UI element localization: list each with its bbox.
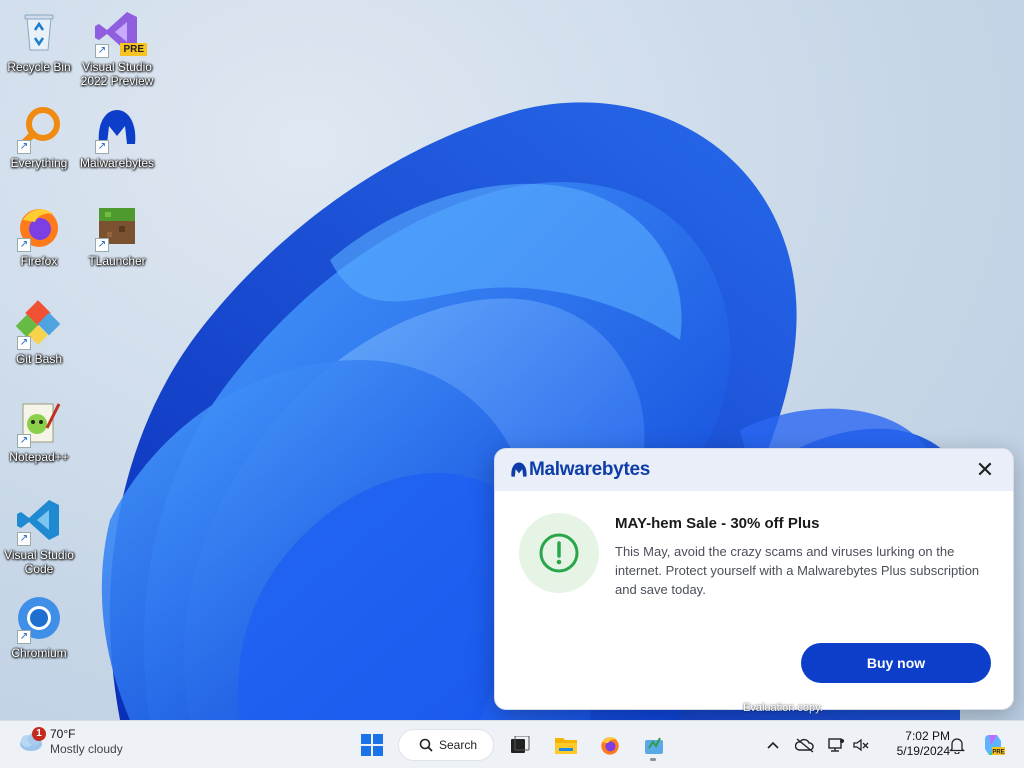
weather-notification-badge: 1 [32, 727, 46, 741]
shortcut-arrow-icon: ↗ [17, 434, 31, 448]
shortcut-arrow-icon: ↗ [95, 140, 109, 154]
desktop-icon-everything[interactable]: ↗ Everything [0, 104, 78, 170]
bell-icon [949, 738, 965, 754]
task-view-button[interactable] [506, 729, 534, 761]
weather-temperature: 70°F [50, 727, 76, 741]
windows-logo-icon [361, 734, 383, 756]
desktop-icon-chromium[interactable]: ↗ Chromium [0, 594, 78, 660]
desktop-icon-firefox[interactable]: ↗ Firefox [0, 202, 78, 268]
notification-header: Malwarebytes ✕ [495, 449, 1013, 491]
shortcut-arrow-icon: ↗ [95, 238, 109, 252]
alert-icon [519, 513, 599, 593]
taskbar-search[interactable]: Search [398, 729, 494, 761]
running-app-button[interactable] [639, 729, 669, 761]
desktop-icon-label: Firefox [20, 254, 58, 268]
weather-condition: Mostly cloudy [50, 742, 123, 756]
desktop-icon-visual-studio-preview[interactable]: PRE ↗ Visual Studio 2022 Preview [78, 8, 156, 88]
volume-muted-icon [853, 738, 869, 752]
clock-time: 7:02 PM [905, 729, 950, 743]
clock-date: 5/19/2024 [896, 744, 950, 758]
desktop-icon-label: Visual Studio 2022 Preview [80, 60, 154, 88]
desktop-icon-vscode[interactable]: ↗ Visual Studio Code [0, 496, 78, 576]
desktop-icon-malwarebytes[interactable]: ↗ Malwarebytes [78, 104, 156, 170]
malwarebytes-notification: Malwarebytes ✕ MAY-hem Sale - 30% off Pl… [494, 448, 1014, 710]
show-hidden-icons-button[interactable] [762, 729, 784, 761]
everything-search-icon: ↗ [15, 104, 63, 154]
malwarebytes-logo: Malwarebytes [509, 459, 650, 481]
task-view-icon [511, 736, 530, 753]
shortcut-arrow-icon: ↗ [95, 44, 109, 58]
notepad-plus-plus-icon: ↗ [15, 398, 63, 448]
desktop-icon-label: Chromium [11, 646, 67, 660]
shortcut-arrow-icon: ↗ [17, 630, 31, 644]
buy-now-button[interactable]: Buy now [801, 643, 991, 683]
shortcut-arrow-icon: ↗ [17, 532, 31, 546]
file-explorer-button[interactable] [551, 729, 581, 761]
pre-badge: PRE [120, 43, 147, 56]
svg-text:PRE: PRE [992, 750, 1004, 756]
search-label: Search [439, 738, 478, 752]
firefox-icon: ↗ [15, 202, 63, 252]
firefox-taskbar-button[interactable] [595, 729, 625, 761]
git-bash-icon: ↗ [15, 300, 63, 350]
notifications-button[interactable] [946, 729, 968, 761]
notification-title: MAY-hem Sale - 30% off Plus [615, 515, 820, 532]
desktop-icon-label: Git Bash [15, 352, 63, 366]
desktop-icon-label: Notepad++ [9, 450, 69, 464]
desktop-icon-label: TLauncher [88, 254, 146, 268]
shortcut-arrow-icon: ↗ [17, 238, 31, 252]
clock[interactable]: 7:02 PM 5/19/2024 [876, 729, 950, 759]
notification-body: MAY-hem Sale - 30% off Plus This May, av… [495, 491, 1013, 599]
desktop-icon-tlauncher[interactable]: ↗ TLauncher [78, 202, 156, 268]
close-icon: ✕ [975, 457, 995, 482]
volume-tray-button[interactable] [850, 729, 872, 761]
recycle-bin-icon [15, 8, 63, 56]
app-window-icon [645, 737, 663, 754]
desktop-icon-label: Visual Studio Code [4, 548, 74, 576]
cloud-offline-icon [795, 738, 814, 753]
file-explorer-icon [555, 738, 577, 754]
visual-studio-preview-icon: PRE ↗ [93, 8, 147, 58]
evaluation-watermark: Evaluation copy. [743, 702, 823, 714]
chevron-up-icon [767, 741, 779, 749]
close-button[interactable]: ✕ [971, 456, 999, 484]
brand-name: Malwarebytes [529, 459, 651, 480]
desktop-icon-label: Everything [10, 156, 68, 170]
desktop-icon-notepad-plus-plus[interactable]: ↗ Notepad++ [0, 398, 78, 464]
start-button[interactable] [356, 729, 388, 761]
malwarebytes-icon: ↗ [93, 104, 141, 154]
search-icon [419, 738, 433, 752]
desktop-icon-recycle-bin[interactable]: Recycle Bin [0, 8, 78, 74]
shortcut-arrow-icon: ↗ [17, 336, 31, 350]
network-tray-button[interactable] [824, 729, 848, 761]
chromium-icon: ↗ [15, 594, 63, 644]
network-icon [828, 738, 844, 752]
malwarebytes-logo-icon [511, 462, 527, 477]
copilot-preview-icon: PRE [985, 735, 1005, 756]
desktop-icon-label: Malwarebytes [79, 156, 155, 170]
taskbar: 1 70°F Mostly cloudy Search 7:02 PM 5/19… [0, 720, 1024, 768]
notification-message: This May, avoid the crazy scams and viru… [615, 544, 980, 597]
running-indicator [650, 758, 656, 761]
weather-widget[interactable]: 1 70°F Mostly cloudy [16, 727, 123, 757]
desktop-icon-git-bash[interactable]: ↗ Git Bash [0, 300, 78, 366]
vscode-icon: ↗ [15, 496, 63, 546]
tlauncher-icon: ↗ [93, 202, 141, 252]
onedrive-tray-button[interactable] [792, 729, 818, 761]
shortcut-arrow-icon: ↗ [17, 140, 31, 154]
copilot-button[interactable]: PRE [978, 729, 1008, 761]
firefox-icon [601, 737, 619, 755]
desktop-icon-label: Recycle Bin [7, 60, 71, 74]
